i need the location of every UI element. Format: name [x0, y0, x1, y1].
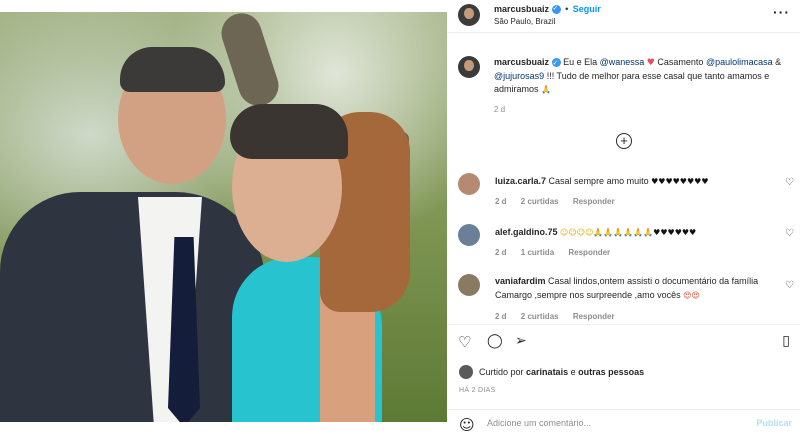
header-title-row: marcusbuaiz • Seguir: [494, 4, 601, 15]
comment-text: Casal sempre amo muito: [548, 176, 649, 186]
woman-hair: [230, 104, 348, 159]
caption-author-avatar[interactable]: [458, 56, 480, 78]
comment-like-heart-icon[interactable]: ♡: [785, 228, 794, 239]
post-location[interactable]: São Paulo, Brazil: [494, 17, 555, 26]
caption-mention-3[interactable]: @jujurosas9: [494, 71, 544, 81]
post-caption: marcusbuaiz Eu e Ela @wanessa ♥ Casament…: [494, 56, 789, 96]
comment-likes[interactable]: 2 curtidas: [521, 197, 559, 206]
comment-time: 2 d: [495, 248, 507, 257]
post-photo[interactable]: [0, 12, 447, 422]
liked-by-others[interactable]: outras pessoas: [578, 367, 644, 377]
caption-mention-2[interactable]: @paulolimacasa: [706, 57, 773, 67]
caption-time: 2 d: [494, 105, 506, 114]
post-header: marcusbuaiz • Seguir São Paulo, Brazil ·…: [447, 0, 800, 33]
comment-like-heart-icon[interactable]: ♡: [785, 280, 794, 291]
caption-text-3: &: [775, 57, 782, 67]
author-username[interactable]: marcusbuaiz: [494, 4, 549, 14]
commenter-username[interactable]: vaniafardim: [495, 276, 546, 286]
comment-body: luiza.carla.7 Casal sempre amo muito ♥♥♥…: [495, 174, 783, 189]
comment-meta: 2 d 1 curtida Responder: [495, 248, 622, 257]
share-send-icon[interactable]: ➢: [515, 333, 527, 349]
comment-body: alef.galdino.75 ☺☺☺☺🙏🙏🙏🙏🙏🙏♥♥♥♥♥♥: [495, 225, 783, 240]
commenter-avatar[interactable]: [458, 173, 480, 195]
caption-mention-1[interactable]: @wanessa: [600, 57, 645, 67]
comment-body: vaniafardim Casal lindos,ontem assisti o…: [495, 274, 783, 303]
liked-by-row: Curtido por carinatais e outras pessoas: [459, 365, 644, 379]
comment-emoji-hearts: ♥♥♥♥♥♥: [653, 228, 697, 237]
man-suit: [0, 192, 265, 422]
commenter-username[interactable]: luiza.carla.7: [495, 176, 546, 186]
comment-meta: 2 d 2 curtidas Responder: [495, 197, 627, 206]
header-separator: •: [565, 4, 569, 14]
verified-badge-icon: [551, 57, 561, 70]
comment-input[interactable]: [487, 414, 737, 432]
caption-username[interactable]: marcusbuaiz: [494, 57, 549, 67]
comment-reply-button[interactable]: Responder: [573, 312, 615, 321]
instagram-post-view: marcusbuaiz • Seguir São Paulo, Brazil ·…: [0, 0, 800, 434]
comment-time: 2 d: [495, 197, 507, 206]
commenter-avatar[interactable]: [458, 274, 480, 296]
comment-like-heart-icon[interactable]: ♡: [785, 177, 794, 188]
comment-item: alef.galdino.75 ☺☺☺☺🙏🙏🙏🙏🙏🙏♥♥♥♥♥♥ 2 d 1 c…: [458, 224, 800, 264]
comment-likes[interactable]: 2 curtidas: [521, 312, 559, 321]
comment-bubble-icon[interactable]: ◯: [487, 333, 503, 349]
post-side-panel: marcusbuaiz • Seguir São Paulo, Brazil ·…: [447, 0, 800, 434]
author-avatar[interactable]: [458, 4, 480, 26]
post-actions: ♡ ◯ ➢ ▯ Curtido por carinatais e outras …: [447, 324, 800, 434]
save-bookmark-icon[interactable]: ▯: [782, 333, 790, 349]
caption-text-2: Casamento: [657, 57, 704, 67]
more-options-icon[interactable]: ···: [773, 4, 790, 20]
add-comment-bar: ☺ Publicar: [447, 409, 800, 434]
comment-reply-button[interactable]: Responder: [573, 197, 615, 206]
liked-by-username[interactable]: carinatais: [526, 367, 568, 377]
emoji-picker-icon[interactable]: ☺: [459, 416, 475, 434]
comment-emoji: 😍😍: [683, 291, 700, 300]
comment-time: 2 d: [495, 312, 507, 321]
comment-emoji: ☺☺☺☺🙏🙏🙏🙏🙏🙏: [560, 228, 654, 237]
liked-by-prefix: Curtido por: [479, 367, 524, 377]
verified-badge-icon: [551, 4, 561, 15]
commenter-username[interactable]: alef.galdino.75: [495, 227, 558, 237]
like-heart-icon[interactable]: ♡: [458, 333, 471, 351]
liked-by-avatar: [459, 365, 473, 379]
comment-item: vaniafardim Casal lindos,ontem assisti o…: [458, 274, 800, 324]
red-heart-emoji-icon: ♥: [646, 58, 655, 68]
man-hair: [120, 47, 225, 92]
comment-meta: 2 d 2 curtidas Responder: [495, 312, 627, 321]
post-time-ago[interactable]: HÁ 2 DIAS: [459, 387, 496, 394]
comment-reply-button[interactable]: Responder: [568, 248, 610, 257]
comment-item: luiza.carla.7 Casal sempre amo muito ♥♥♥…: [458, 173, 800, 213]
caption-text-1: Eu e Ela: [563, 57, 598, 67]
comment-emoji: ♥♥♥♥♥♥♥♥: [651, 177, 709, 186]
follow-button[interactable]: Seguir: [573, 4, 601, 14]
commenter-avatar[interactable]: [458, 224, 480, 246]
comment-likes[interactable]: 1 curtida: [521, 248, 554, 257]
load-more-comments-icon[interactable]: +: [616, 133, 632, 149]
praying-hands-emoji-icon: 🙏: [541, 85, 551, 94]
publish-button[interactable]: Publicar: [756, 418, 792, 428]
liked-by-and: e: [570, 367, 576, 377]
